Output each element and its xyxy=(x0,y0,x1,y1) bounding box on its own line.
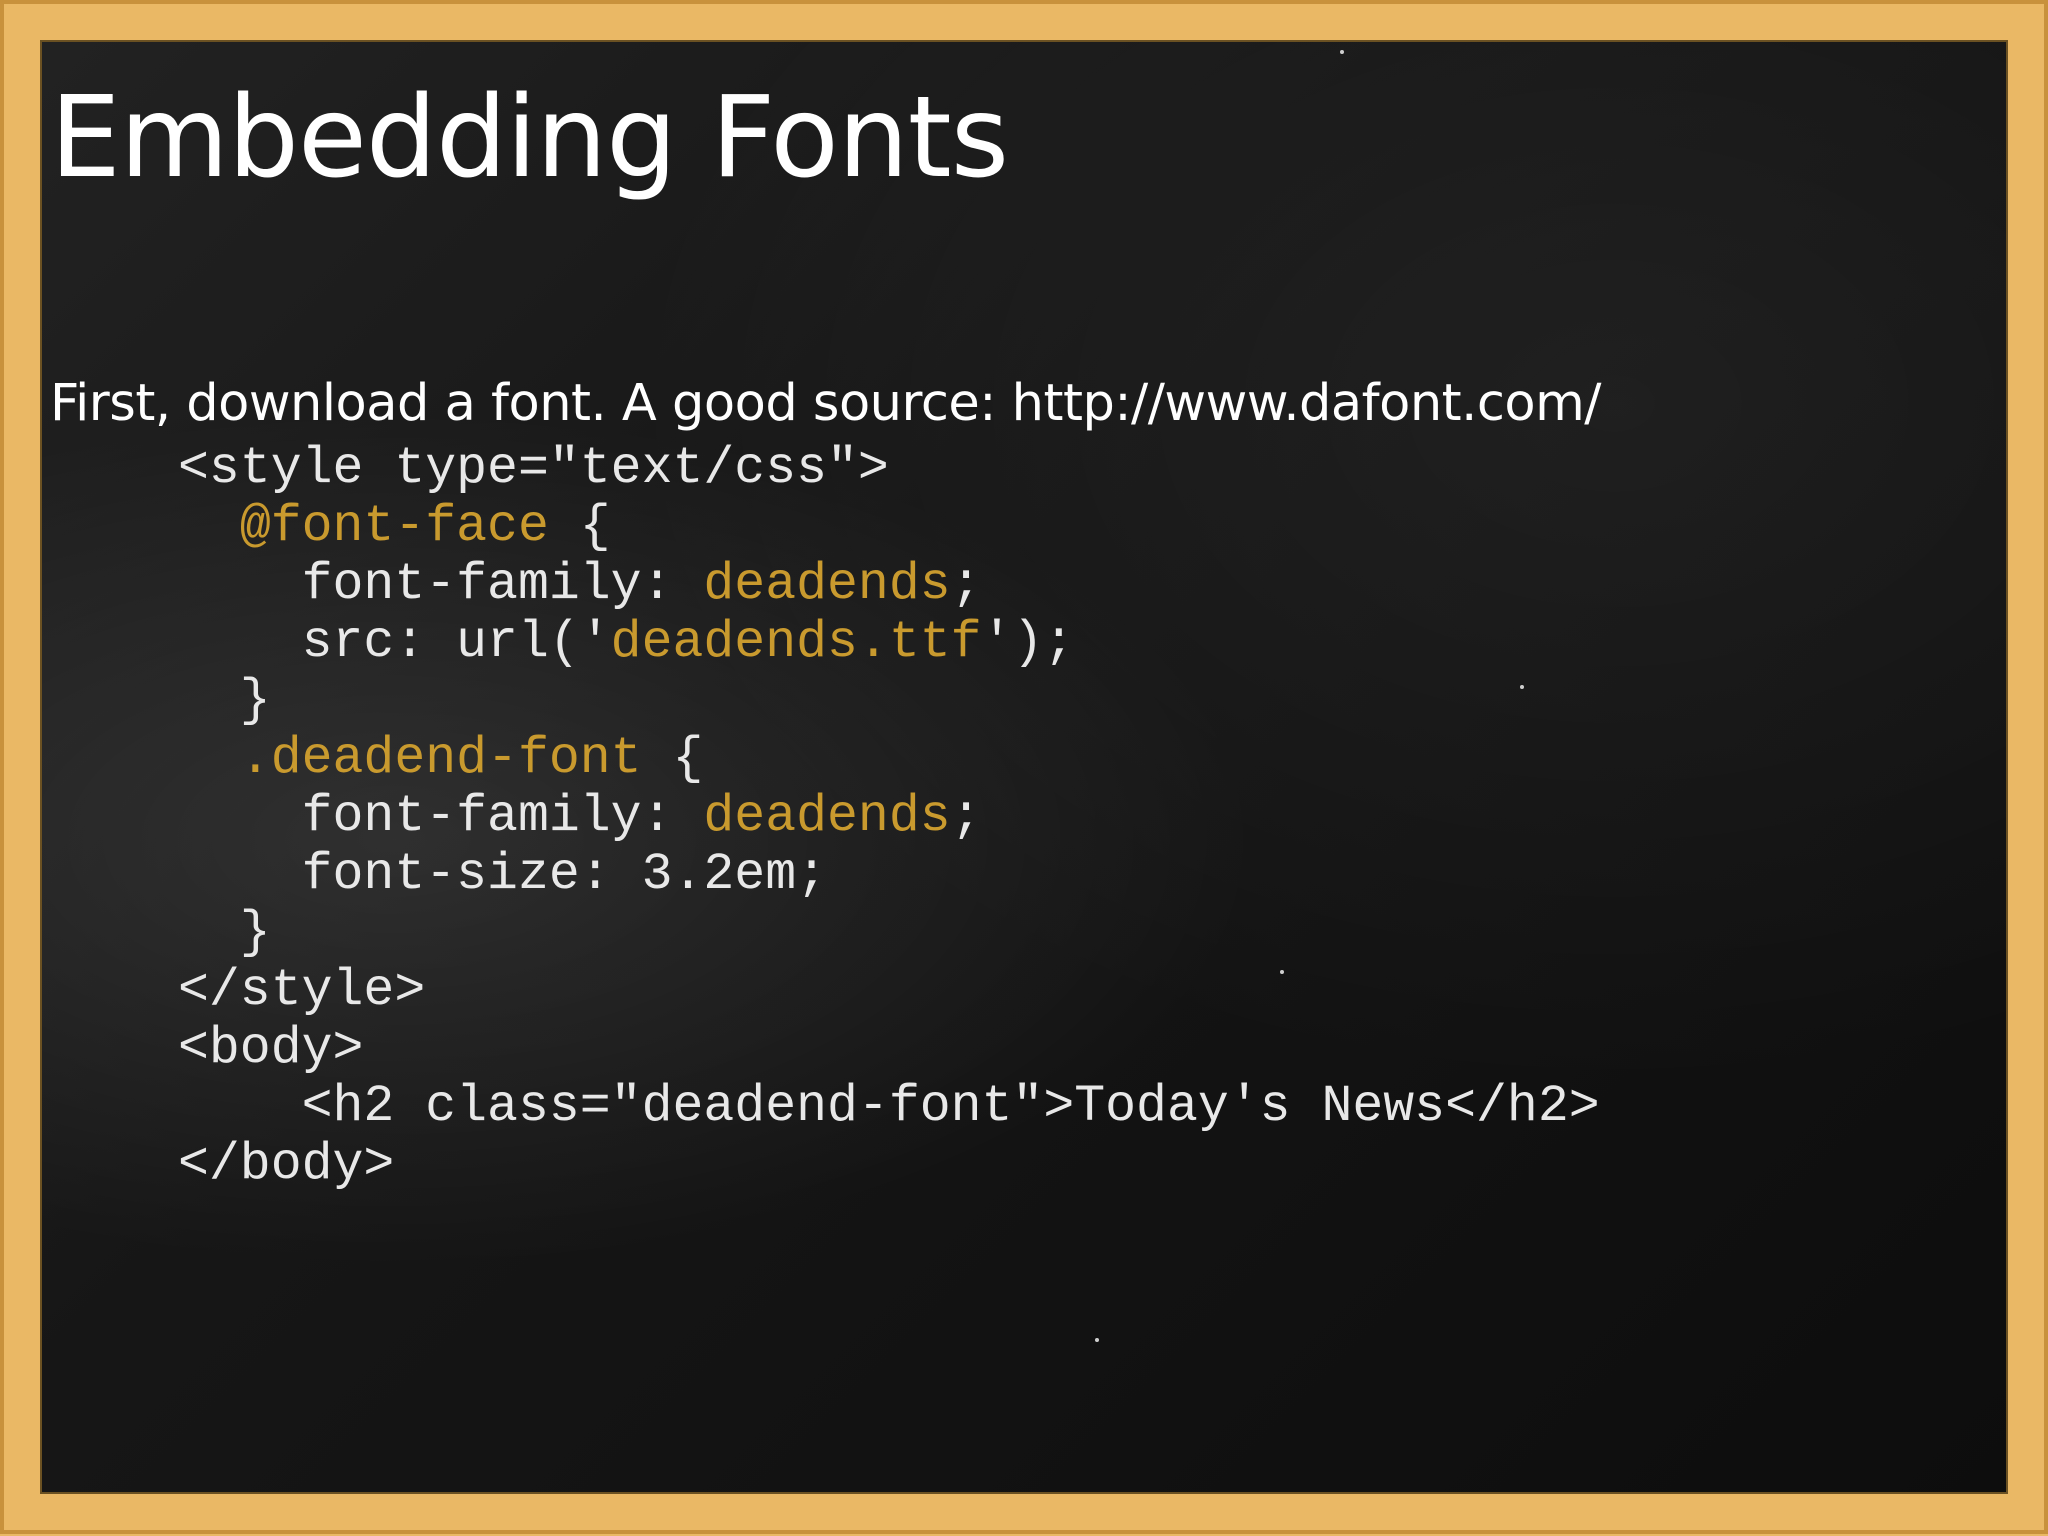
code-line: <body> xyxy=(178,1020,1600,1078)
code-token-highlight: @font-face xyxy=(239,498,549,556)
code-line: font-family: deadends; xyxy=(178,788,1600,846)
code-token: <body> xyxy=(178,1020,364,1078)
code-block: <style type="text/css"> @font-face { fon… xyxy=(178,440,1600,1194)
code-line: </style> xyxy=(178,962,1600,1020)
code-token: } xyxy=(178,904,271,962)
code-token: font-size: 3.2em; xyxy=(178,846,828,904)
intro-text: First, download a font. A good source: h… xyxy=(50,374,1601,433)
code-token: { xyxy=(641,730,704,788)
slide-title: Embedding Fonts xyxy=(50,73,1009,203)
code-line: } xyxy=(178,904,1600,962)
code-token: font-family: xyxy=(178,556,704,614)
code-line: @font-face { xyxy=(178,498,1600,556)
code-token: font-family: xyxy=(178,788,704,846)
code-line: font-family: deadends; xyxy=(178,556,1600,614)
code-token: ; xyxy=(950,788,982,846)
code-token-highlight: .deadend-font xyxy=(239,730,642,788)
code-line: font-size: 3.2em; xyxy=(178,846,1600,904)
code-token-highlight: deadends xyxy=(703,788,951,846)
code-token: </style> xyxy=(178,962,426,1020)
code-line: src: url('deadends.ttf'); xyxy=(178,614,1600,672)
code-token: } xyxy=(178,672,271,730)
code-token: '); xyxy=(981,614,1075,672)
code-line: </body> xyxy=(178,1136,1600,1194)
code-token: ; xyxy=(950,556,982,614)
code-token-highlight: deadends xyxy=(703,556,951,614)
code-token: { xyxy=(548,498,611,556)
code-line: <h2 class="deadend-font">Today's News</h… xyxy=(178,1078,1600,1136)
code-token: <style type="text/css"> xyxy=(178,440,889,498)
code-line: .deadend-font { xyxy=(178,730,1600,788)
chalk-speck xyxy=(1095,1338,1099,1342)
code-line: <style type="text/css"> xyxy=(178,440,1600,498)
code-token: src: url(' xyxy=(178,614,611,672)
code-line: } xyxy=(178,672,1600,730)
code-token: </body> xyxy=(178,1136,395,1194)
code-token-highlight: deadends.ttf xyxy=(610,614,982,672)
chalk-speck xyxy=(1340,50,1344,54)
code-token: <h2 class="deadend-font">Today's News</h… xyxy=(178,1078,1600,1136)
